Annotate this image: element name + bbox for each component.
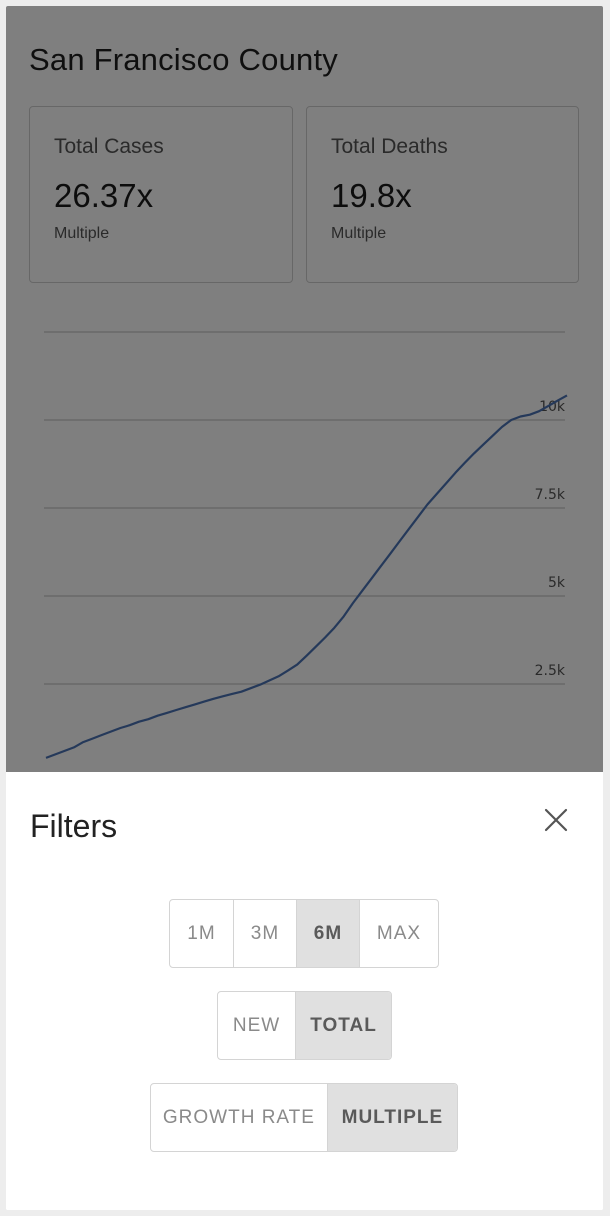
range-button-6m[interactable]: 6M — [296, 900, 359, 967]
metric-toggle: GROWTH RATE MULTIPLE — [150, 1083, 458, 1152]
filters-title: Filters — [30, 808, 118, 844]
app-frame: San Francisco County Total Cases 26.37x … — [6, 6, 603, 1210]
range-button-max[interactable]: MAX — [359, 900, 438, 967]
close-button[interactable] — [538, 802, 574, 838]
filters-sheet: Filters 1M 3M 6M MAX NEW TOTAL GROWTH RA… — [6, 772, 603, 1210]
modal-backdrop[interactable] — [6, 6, 603, 772]
count-mode-toggle: NEW TOTAL — [217, 991, 392, 1060]
mode-button-new[interactable]: NEW — [218, 992, 295, 1059]
close-icon — [544, 808, 568, 832]
metric-button-growth-rate[interactable]: GROWTH RATE — [151, 1084, 327, 1151]
time-range-toggle: 1M 3M 6M MAX — [169, 899, 439, 968]
mode-button-total[interactable]: TOTAL — [295, 992, 391, 1059]
metric-button-multiple[interactable]: MULTIPLE — [326, 1084, 457, 1151]
range-button-3m[interactable]: 3M — [233, 900, 296, 967]
range-button-1m[interactable]: 1M — [170, 900, 233, 967]
